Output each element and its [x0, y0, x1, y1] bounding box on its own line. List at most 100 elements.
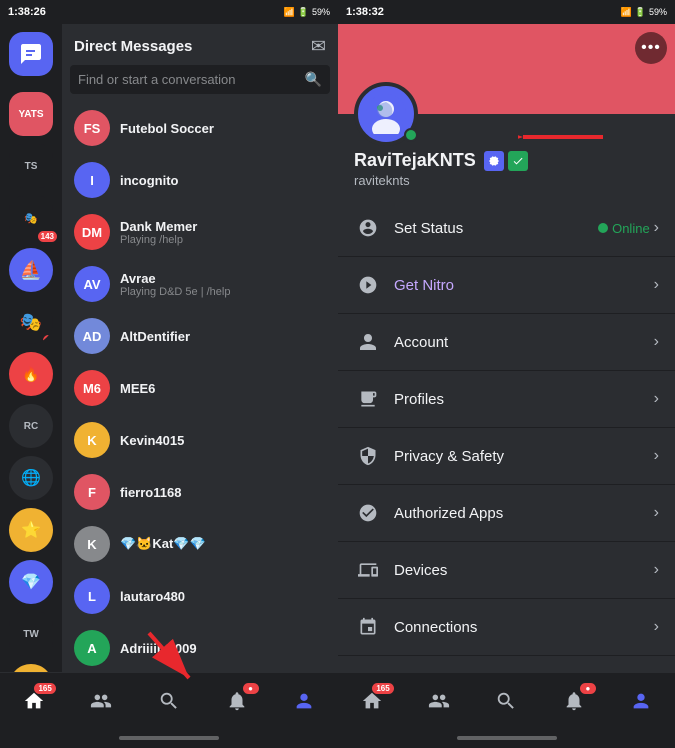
settings-list: Set Status Online › Get Nitro › Account	[338, 200, 675, 672]
dm-list-item[interactable]: F fierro1168	[66, 466, 334, 518]
nav-home-right[interactable]: 165	[358, 687, 386, 715]
dm-name: 💎🐱Kat💎💎	[120, 536, 326, 552]
nav-notifications-left[interactable]: ●	[223, 687, 251, 715]
dm-panel: Direct Messages ✉ 🔍 FS Futebol Soccer I	[62, 24, 338, 672]
privacy-right: ›	[654, 447, 659, 465]
nav-search-right[interactable]	[492, 687, 520, 715]
dm-list-item[interactable]: AV Avrae Playing D&D 5e | /help	[66, 258, 334, 310]
settings-item-authorized-apps[interactable]: Authorized Apps ›	[338, 485, 675, 542]
authorized-apps-right: ›	[654, 504, 659, 522]
dm-info: Avrae Playing D&D 5e | /help	[120, 271, 326, 298]
server-icon-5[interactable]: ⛵	[9, 248, 53, 292]
left-time: 1:38:26	[8, 6, 46, 18]
dm-header: Direct Messages ✉	[62, 24, 338, 65]
dm-info: lautaro480	[120, 589, 326, 604]
more-dots-icon: •••	[641, 39, 661, 57]
banner-menu-button[interactable]: •••	[635, 32, 667, 64]
dm-avatar: AD	[74, 318, 110, 354]
right-search-icon	[492, 687, 520, 715]
authorized-apps-label: Authorized Apps	[394, 505, 654, 522]
dm-info: fierro1168	[120, 485, 326, 500]
nav-profile-right[interactable]	[627, 687, 655, 715]
dm-status: Playing /help	[120, 234, 326, 246]
dm-name: MEE6	[120, 381, 326, 396]
connections-icon	[354, 613, 382, 641]
settings-item-privacy[interactable]: Privacy & Safety ›	[338, 428, 675, 485]
set-status-icon	[354, 214, 382, 242]
dm-avatar: I	[74, 162, 110, 198]
dm-list-item[interactable]: M6 MEE6	[66, 362, 334, 414]
dm-avatar: AV	[74, 266, 110, 302]
server-icon-11[interactable]: 💎	[9, 560, 53, 604]
server-icon-dm[interactable]	[9, 32, 53, 76]
account-icon	[354, 328, 382, 356]
nav-friends-right[interactable]	[425, 687, 453, 715]
dm-list-item[interactable]: K 💎🐱Kat💎💎	[66, 518, 334, 570]
settings-item-set-status[interactable]: Set Status Online ›	[338, 200, 675, 257]
dm-search-bar[interactable]: 🔍	[70, 65, 330, 94]
server-icon-web[interactable]: Web	[9, 664, 53, 672]
settings-item-devices[interactable]: Devices ›	[338, 542, 675, 599]
profile-avatar-container	[354, 82, 418, 146]
devices-right: ›	[654, 561, 659, 579]
server-icon-10[interactable]: ⭐	[9, 508, 53, 552]
authorized-apps-icon	[354, 499, 382, 527]
account-right: ›	[654, 333, 659, 351]
nav-home-left[interactable]: 165	[20, 687, 48, 715]
server-icon-rc[interactable]: RC	[9, 404, 53, 448]
dm-list-item[interactable]: DM Dank Memer Playing /help	[66, 206, 334, 258]
server-icon-ts[interactable]: TS	[9, 144, 53, 188]
profiles-chevron-icon: ›	[654, 390, 659, 408]
online-text: Online	[612, 221, 650, 236]
dm-avatar: A	[74, 630, 110, 666]
friends-icon	[87, 687, 115, 715]
dm-name: Kevin4015	[120, 433, 326, 448]
settings-item-connections[interactable]: Connections ›	[338, 599, 675, 656]
settings-item-account[interactable]: Account ›	[338, 314, 675, 371]
nav-search-left[interactable]	[155, 687, 183, 715]
server-icon-tw[interactable]: TW	[9, 612, 53, 656]
search-icon: 🔍	[305, 71, 322, 88]
authorized-apps-chevron-icon: ›	[654, 504, 659, 522]
server-icon-4[interactable]: 🎭 143	[9, 196, 53, 240]
right-home-badge: 165	[372, 683, 393, 694]
right-status-icons: 📶 🔋 59%	[621, 7, 667, 18]
dm-search-input[interactable]	[78, 72, 299, 87]
right-panel: 1:38:32 📶 🔋 59% ••• RaviT	[338, 0, 675, 748]
dm-info: incognito	[120, 173, 326, 188]
search-nav-icon	[155, 687, 183, 715]
dm-list-item[interactable]: L lautaro480	[66, 570, 334, 622]
dm-list-item[interactable]: K Kevin4015	[66, 414, 334, 466]
nitro-right: ›	[654, 276, 659, 294]
settings-item-profiles[interactable]: Profiles ›	[338, 371, 675, 428]
profile-username: raviteknts	[354, 173, 659, 188]
server-icon-7[interactable]: 🔥	[9, 352, 53, 396]
right-profile-icon	[627, 687, 655, 715]
connections-right: ›	[654, 618, 659, 636]
nitro-icon	[354, 271, 382, 299]
profiles-icon	[354, 385, 382, 413]
dm-avatar: K	[74, 422, 110, 458]
dm-list-item[interactable]: I incognito	[66, 154, 334, 206]
server-icon-yats[interactable]: YATS	[9, 92, 53, 136]
account-chevron-icon: ›	[654, 333, 659, 351]
dm-new-icon[interactable]: ✉	[311, 36, 326, 57]
settings-item-friend-requests[interactable]: Friend Requests ›	[338, 656, 675, 672]
dm-list-item[interactable]: FS Futebol Soccer	[66, 102, 334, 154]
server-icon-9[interactable]: 🌐	[9, 456, 53, 500]
devices-icon	[354, 556, 382, 584]
settings-item-get-nitro[interactable]: Get Nitro ›	[338, 257, 675, 314]
get-nitro-label: Get Nitro	[394, 277, 654, 294]
dm-list-item[interactable]: A Adriiiii_2009	[66, 622, 334, 672]
nav-notifications-right[interactable]: ●	[560, 687, 588, 715]
dm-avatar: M6	[74, 370, 110, 406]
profile-status-indicator	[404, 128, 418, 142]
dm-title: Direct Messages	[74, 38, 192, 55]
profile-badges	[484, 151, 528, 171]
nav-friends-left[interactable]	[87, 687, 115, 715]
profile-name-row: RaviTejaKNTS	[354, 150, 659, 171]
dm-name: Avrae	[120, 271, 326, 286]
dm-list-item[interactable]: AD AltDentifier	[66, 310, 334, 362]
nav-profile-left[interactable]	[290, 687, 318, 715]
server-icon-6[interactable]: 🎭 2	[9, 300, 53, 344]
